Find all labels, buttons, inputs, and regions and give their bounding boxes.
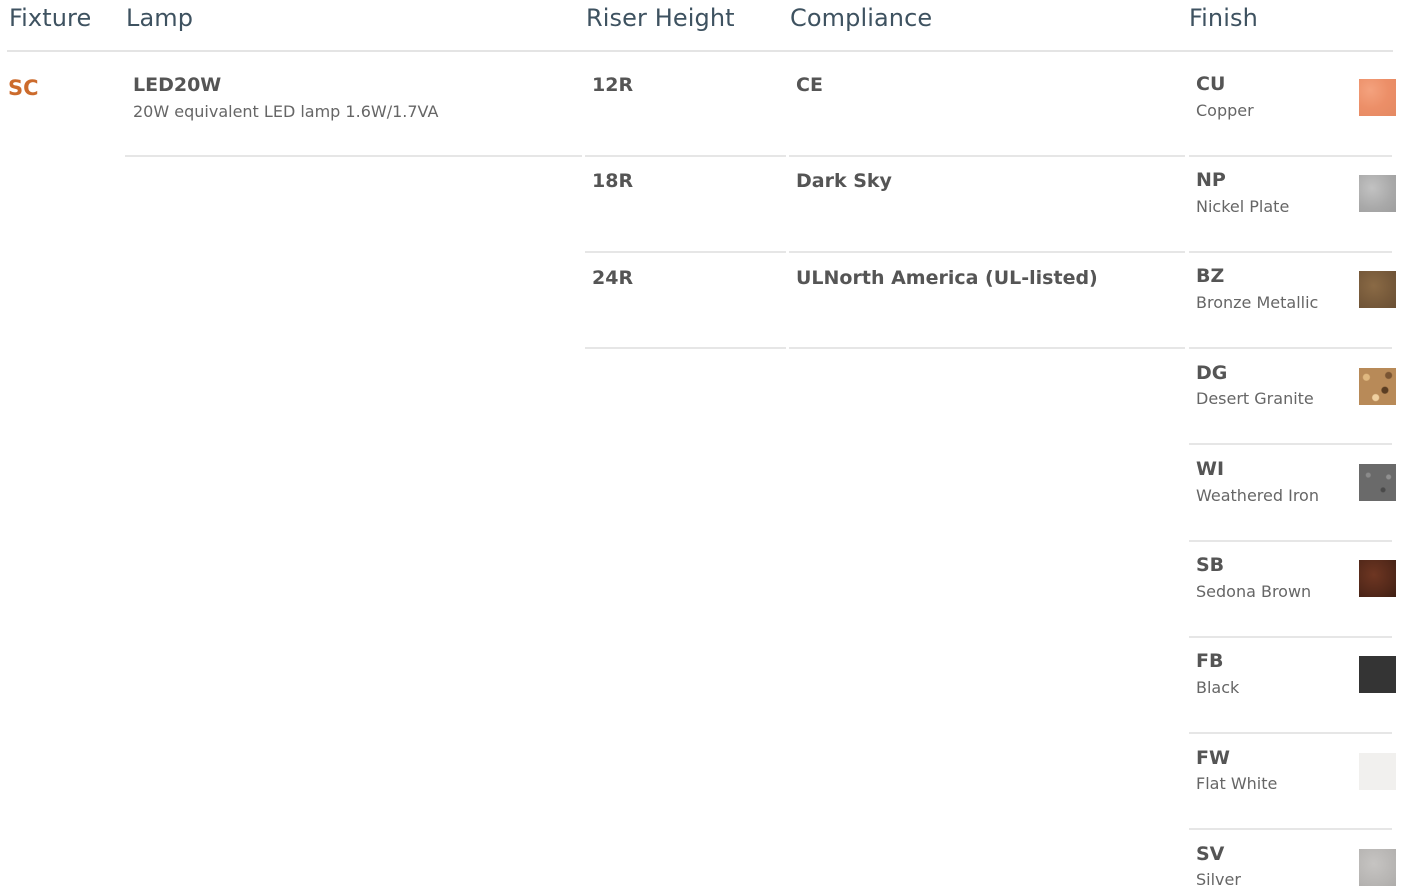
finish-code: FW [1196,747,1230,769]
finish-code: NP [1196,169,1226,191]
finish-swatch-silver [1359,849,1396,886]
header-divider [7,50,1393,52]
finish-name: Black [1196,678,1240,697]
header-riser-height: Riser Height [586,4,735,32]
finish-swatch-flat-white [1359,753,1396,790]
finish-swatch-weathered-iron [1359,464,1396,501]
compliance-label: Dark Sky [796,170,892,192]
compliance-row-divider [789,347,1185,349]
compliance-row-divider [789,155,1185,157]
header-fixture: Fixture [9,4,92,32]
riser-code: 18R [592,170,634,192]
riser-code: 12R [592,74,634,96]
finish-row-divider [1189,636,1392,638]
lamp-description: 20W equivalent LED lamp 1.6W/1.7VA [133,102,439,121]
compliance-label: CE [796,74,823,96]
finish-name: Flat White [1196,774,1278,793]
finish-name: Desert Granite [1196,389,1314,408]
riser-code: 24R [592,267,634,289]
finish-code: WI [1196,458,1225,480]
finish-name: Silver [1196,870,1241,889]
riser-row-divider [585,251,786,253]
fixture-option-sc[interactable]: SC [8,76,39,100]
riser-row-divider [585,347,786,349]
compliance-row-divider [789,251,1185,253]
finish-row-divider [1189,251,1392,253]
finish-swatch-bronze-metallic [1359,271,1396,308]
lamp-code: LED20W [133,74,222,96]
finish-code: CU [1196,73,1226,95]
finish-swatch-copper [1359,79,1396,116]
header-compliance: Compliance [790,4,933,32]
compliance-label: ULNorth America (UL-listed) [796,267,1098,289]
finish-swatch-desert-granite [1359,368,1396,405]
header-finish: Finish [1189,4,1258,32]
finish-row-divider [1189,828,1392,830]
finish-code: BZ [1196,265,1225,287]
finish-name: Copper [1196,101,1254,120]
finish-name: Bronze Metallic [1196,293,1319,312]
finish-row-divider [1189,732,1392,734]
finish-swatch-sedona-brown [1359,560,1396,597]
finish-row-divider [1189,155,1392,157]
finish-code: FB [1196,650,1224,672]
finish-name: Weathered Iron [1196,486,1319,505]
riser-row-divider [585,155,786,157]
finish-swatch-black [1359,656,1396,693]
lamp-row-divider [125,155,582,157]
finish-code: DG [1196,362,1228,384]
finish-row-divider [1189,347,1392,349]
finish-row-divider [1189,540,1392,542]
header-lamp: Lamp [126,4,194,32]
finish-name: Sedona Brown [1196,582,1312,601]
finish-name: Nickel Plate [1196,197,1290,216]
finish-code: SV [1196,843,1225,865]
finish-row-divider [1189,443,1392,445]
finish-swatch-nickel-plate [1359,175,1396,212]
finish-code: SB [1196,554,1225,576]
